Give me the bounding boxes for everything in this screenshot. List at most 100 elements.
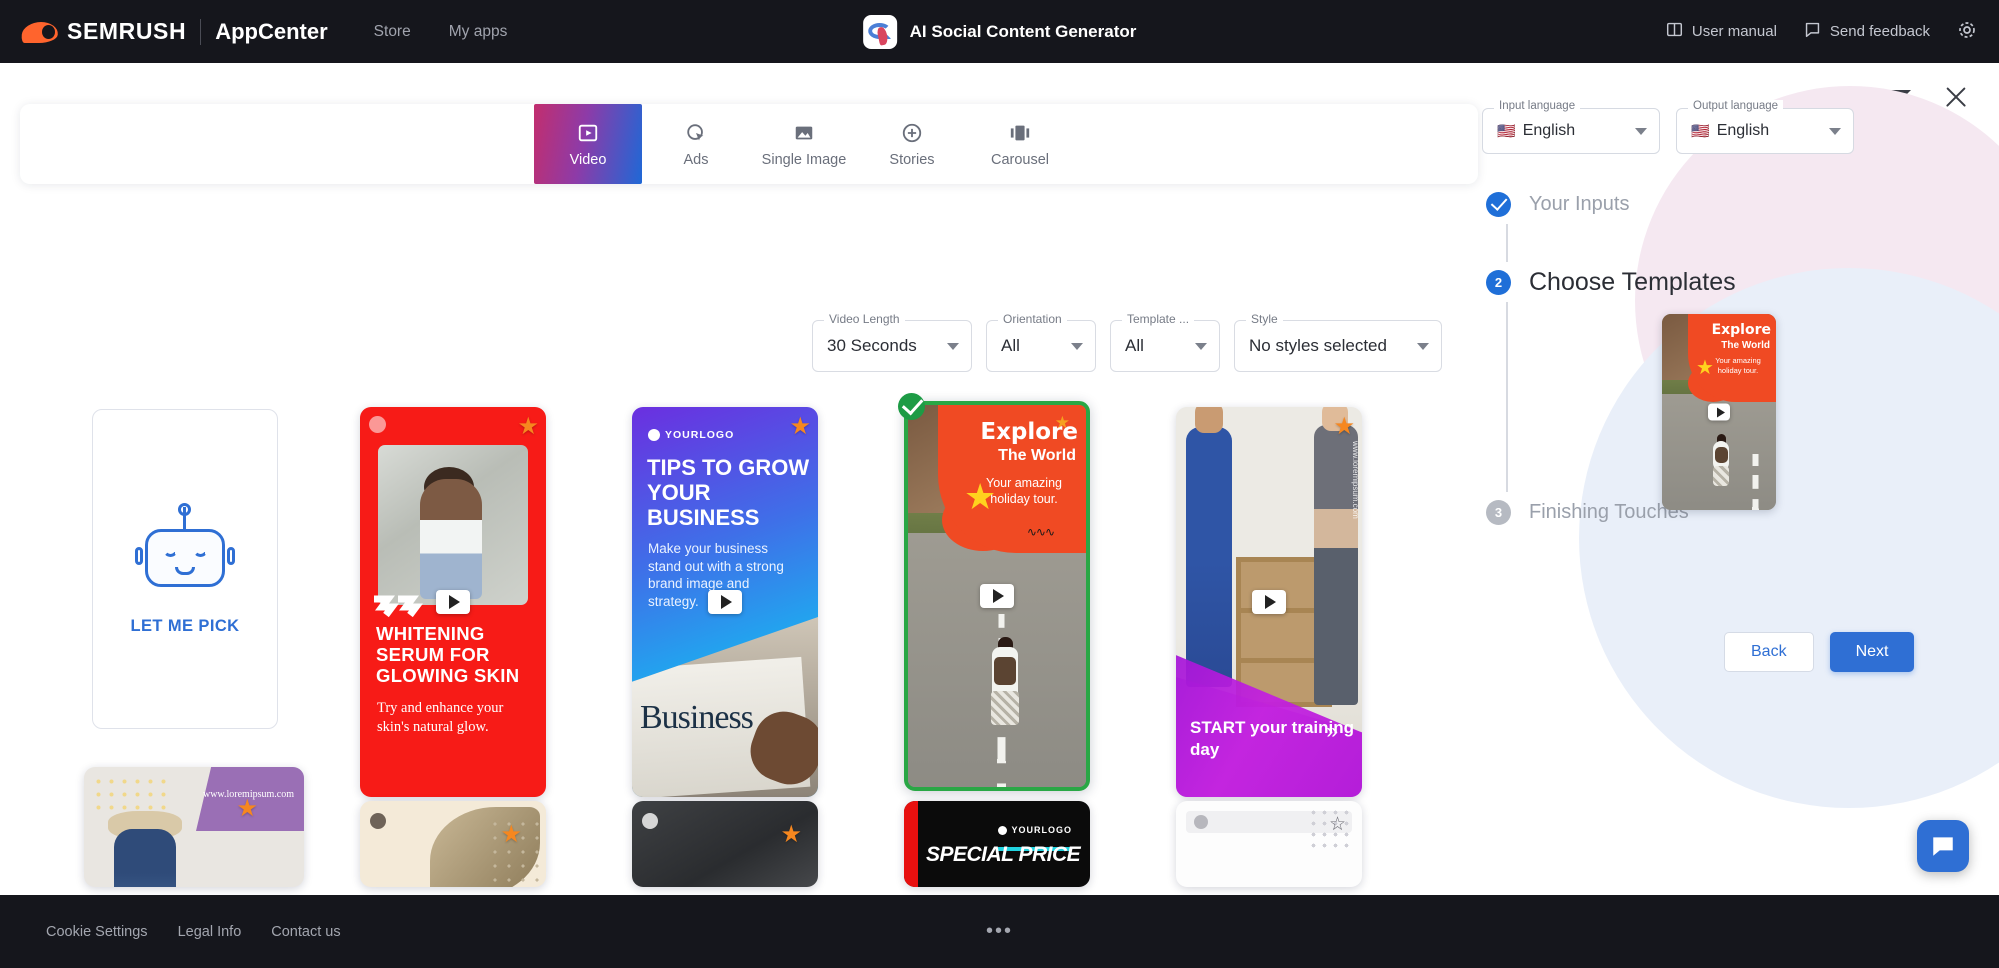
star-icon[interactable]: ★ [500,823,522,847]
wizard-step-your-inputs-label: Your Inputs [1529,193,1629,216]
gear-icon [1957,20,1977,44]
wizard-step-choose-templates[interactable]: 2 Choose Templates [1486,262,1906,302]
back-button[interactable]: Back [1724,632,1814,672]
send-feedback-label: Send feedback [1830,23,1930,40]
template-card-dark-moody[interactable]: ★ [632,801,818,887]
template-type-select[interactable]: Template ... All [1110,320,1220,372]
photo-word: Business [640,699,753,737]
template-card-tips-to-grow-your-business[interactable]: ★ Business YOURLOGO TIPS TO GROW YOUR BU… [632,407,818,797]
template-photo [378,445,528,605]
tab-ads-label: Ads [684,152,709,168]
chat-support-icon [1930,833,1956,859]
style-select[interactable]: Style No styles selected [1234,320,1442,372]
template-card-white-clean[interactable]: ☆ [1176,801,1362,887]
footer-bar: Cookie Settings Legal Info Contact us ••… [0,895,1999,968]
language-selectors: Input language 🇺🇸 English Output languag… [1482,108,1854,154]
template-card-start-your-training-day[interactable]: ★ www.loremipsum.com START your training… [1176,407,1362,797]
output-language-value: English [1717,122,1769,140]
template-card-hat-lifestyle[interactable]: www.loremipsum.com ★ [84,767,304,887]
footer-link-legal-info[interactable]: Legal Info [178,924,242,940]
template-filters: Video Length 30 Seconds Orientation All … [812,320,1442,372]
target-click-icon [683,120,709,146]
template-card-whitening-serum[interactable]: ★ WHITENING SERUM FOR GLOWING SKIN Try a… [360,407,546,797]
template-subhead: The World [998,447,1076,465]
template-card-special-price[interactable]: YOURLOGO SPECIAL PRICE [904,801,1090,887]
step-connector [1506,302,1508,492]
template-card-explore-the-world[interactable]: ★ Explore The World Your amazing holiday… [904,401,1090,791]
play-icon[interactable] [980,584,1014,608]
play-icon[interactable] [436,590,470,614]
style-label: Style [1246,312,1283,326]
avatar [369,416,386,433]
primary-nav-links: Store My apps [374,23,508,41]
preview-headline: Explore [1712,322,1771,338]
orientation-select[interactable]: Orientation All [986,320,1096,372]
star-icon[interactable]: ★ [1055,413,1070,433]
nav-link-my-apps[interactable]: My apps [449,23,508,41]
tab-video[interactable]: Video [534,104,642,184]
wizard-step-choose-templates-label: Choose Templates [1529,268,1736,297]
wizard-step-your-inputs[interactable]: Your Inputs [1486,184,1906,224]
tab-ads[interactable]: Ads [642,104,750,184]
send-feedback-button[interactable]: Send feedback [1804,21,1930,42]
format-tabs: Video Ads Single Image Stories [534,104,1074,184]
semrush-logo[interactable]: SEMRUSH AppCenter [22,18,328,45]
play-icon[interactable] [1708,404,1730,421]
next-button[interactable]: Next [1830,632,1915,672]
let-me-pick-label: LET ME PICK [131,617,240,636]
star-icon[interactable]: ★ [236,797,258,821]
tab-stories[interactable]: Stories [858,104,966,184]
orientation-value: All [1001,336,1020,356]
star-icon[interactable]: ★ [1333,415,1355,439]
template-card-leaf-minimal[interactable]: ★ [360,801,546,887]
tab-stories-label: Stories [889,152,934,168]
brand-name: SEMRUSH [67,18,186,45]
template-logo-text: YOURLOGO [665,429,734,441]
video-length-label: Video Length [824,312,905,326]
selected-template-preview[interactable]: Explore The World Your amazing holiday t… [1662,314,1776,510]
chevron-down-icon [947,343,959,350]
template-logo: YOURLOGO [998,825,1072,835]
zigzag-decoration [372,595,424,621]
let-me-pick-card[interactable]: LET ME PICK [92,409,278,729]
tab-carousel-label: Carousel [991,152,1049,168]
footer-link-contact-us[interactable]: Contact us [271,924,340,940]
template-photo: Business [632,617,818,797]
plus-circle-icon [899,120,925,146]
decorative-star-icon: ★ [964,479,996,515]
step-check-icon [1486,192,1511,217]
support-chat-button[interactable] [1917,820,1969,872]
tab-carousel[interactable]: Carousel [966,104,1074,184]
tab-single-image[interactable]: Single Image [750,104,858,184]
logo-divider [200,19,201,45]
tab-single-image-label: Single Image [762,152,847,168]
input-language-value: English [1523,122,1575,140]
carousel-icon [1007,120,1033,146]
nav-right-actions: User manual Send feedback [1666,20,1977,44]
star-outline-icon[interactable]: ☆ [1329,813,1346,836]
play-icon[interactable] [708,590,742,614]
footer-link-cookie-settings[interactable]: Cookie Settings [46,924,148,940]
template-headline: WHITENING SERUM FOR GLOWING SKIN [376,623,536,686]
template-logo-text: YOURLOGO [1011,825,1072,835]
speech-bubble-icon [863,15,897,49]
star-icon[interactable]: ★ [780,823,802,847]
walking-person [1710,436,1732,488]
nav-link-store[interactable]: Store [374,23,411,41]
input-language-label: Input language [1494,100,1580,112]
app-identity: AI Social Content Generator [863,15,1137,49]
play-icon[interactable] [1252,590,1286,614]
input-language-select[interactable]: Input language 🇺🇸 English [1482,108,1660,154]
video-length-select[interactable]: Video Length 30 Seconds [812,320,972,372]
image-icon [791,120,817,146]
settings-button[interactable] [1957,20,1977,44]
user-manual-button[interactable]: User manual [1666,21,1777,42]
template-headline: SPECIAL PRICE [926,843,1080,867]
output-language-select[interactable]: Output language 🇺🇸 English [1676,108,1854,154]
ellipsis-icon[interactable]: ••• [986,920,1013,943]
star-icon[interactable]: ★ [789,415,811,439]
walking-person [986,639,1024,731]
decorative-star-icon: ★ [1696,358,1714,378]
template-type-value: All [1125,336,1144,356]
star-icon[interactable]: ★ [517,415,539,439]
